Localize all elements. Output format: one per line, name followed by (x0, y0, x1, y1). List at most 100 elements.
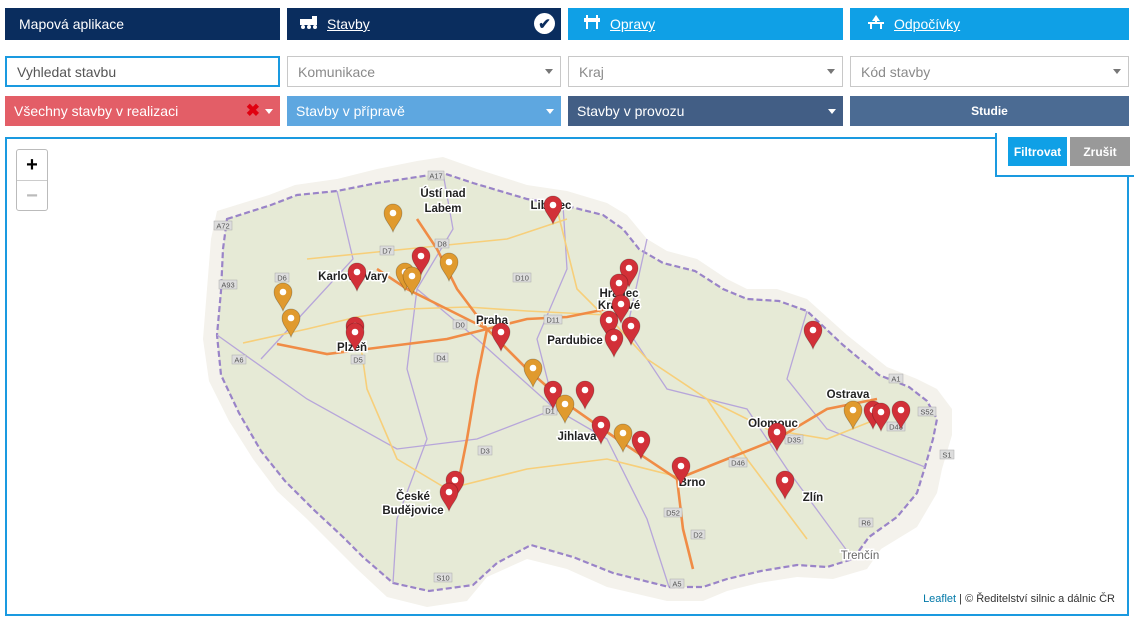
road-shield: S10 (433, 572, 453, 583)
filtrovat-label: Filtrovat (1013, 144, 1062, 159)
city-label: České (396, 490, 430, 503)
road-shield: D6 (274, 272, 290, 283)
road-label: D10 (515, 274, 529, 283)
caret-down-icon (1113, 69, 1121, 74)
road-label: D5 (353, 356, 363, 365)
clear-x-icon[interactable]: ✖ (246, 101, 260, 121)
tab-stavby-label: Stavby (327, 16, 370, 32)
road-label: A93 (221, 281, 234, 290)
caret-down-icon (265, 109, 273, 114)
road-label: D46 (731, 459, 745, 468)
road-label: D4 (436, 354, 446, 363)
tab-stavby[interactable]: Stavby ✔ (287, 8, 561, 40)
kod-stavby-select[interactable]: Kód stavby (850, 56, 1129, 87)
city-label: Zlín (803, 492, 823, 504)
caret-down-icon (545, 69, 553, 74)
city-label: Labem (424, 203, 461, 215)
city-label: Jihlava (558, 431, 598, 443)
filter-provoz-label: Stavby v provozu (577, 103, 685, 119)
road-shield: A1 (888, 373, 904, 384)
road-shield: D1 (542, 405, 558, 416)
search-input[interactable]: Vyhledat stavbu (5, 56, 280, 87)
caret-down-icon (546, 109, 554, 114)
zoom-control: + − (16, 149, 48, 211)
leaflet-link[interactable]: Leaflet (923, 593, 956, 605)
city-label: Budějovice (382, 505, 443, 517)
road-barrier-icon (582, 15, 602, 33)
road-shield: R6 (858, 517, 874, 528)
road-label: S1 (942, 451, 951, 460)
road-shield: D0 (452, 319, 468, 330)
city-label: Trenčín (841, 550, 880, 562)
road-label: D8 (437, 240, 447, 249)
road-shield: A72 (213, 220, 233, 231)
komunikace-select-label: Komunikace (298, 63, 376, 80)
road-label: A17 (429, 172, 442, 181)
road-shield: D5 (350, 354, 366, 365)
road-label: R6 (861, 519, 871, 528)
kod-stavby-select-label: Kód stavby (861, 63, 931, 80)
caret-down-icon (827, 69, 835, 74)
road-label: A1 (891, 375, 900, 384)
construction-vehicle-icon (299, 15, 319, 33)
city-label: Pardubice (547, 335, 603, 347)
filter-studie-button[interactable]: Studie (850, 96, 1129, 126)
road-shield: D52 (663, 507, 683, 518)
city-label: Ostrava (827, 389, 870, 401)
tab-app-label: Mapová aplikace (19, 16, 125, 32)
road-shield: A6 (231, 354, 247, 365)
zoom-out-button[interactable]: − (17, 181, 47, 211)
road-label: D35 (787, 436, 801, 445)
road-label: D6 (277, 274, 287, 283)
road-shield: D11 (543, 314, 563, 325)
road-label: A6 (234, 356, 243, 365)
road-label: A72 (216, 222, 229, 231)
road-shield: D46 (728, 457, 748, 468)
road-label: A5 (672, 580, 681, 589)
kraj-select[interactable]: Kraj (568, 56, 843, 87)
filter-realizace-select[interactable]: Všechny stavby v realizaci ✖ (5, 96, 280, 126)
map-view[interactable]: A17 A72 A93 A6 D8 D7 D6 D10 D11 D0 D5 D4… (5, 137, 1129, 616)
road-shield: A17 (427, 170, 445, 181)
road-label: S52 (920, 408, 933, 417)
tab-opravy-label: Opravy (610, 16, 656, 32)
filter-studie-label: Studie (971, 104, 1008, 118)
road-label: D11 (546, 316, 559, 325)
kraj-select-label: Kraj (579, 63, 604, 80)
road-shield: D35 (784, 434, 804, 445)
road-shield: A93 (218, 279, 238, 290)
checkmark-icon: ✔ (534, 13, 555, 34)
tab-mapova-aplikace[interactable]: Mapová aplikace (5, 8, 280, 40)
filter-priprava-select[interactable]: Stavby v přípravě (287, 96, 561, 126)
road-shield: S1 (939, 449, 955, 460)
road-shield: D7 (379, 245, 395, 256)
caret-down-icon (828, 109, 836, 114)
road-label: D2 (693, 531, 703, 540)
road-shield: S52 (917, 406, 937, 417)
road-label: D0 (455, 321, 465, 330)
road-label: D7 (382, 247, 392, 256)
road-label: D3 (480, 447, 490, 456)
filter-provoz-select[interactable]: Stavby v provozu (568, 96, 843, 126)
road-shield: D3 (477, 445, 493, 456)
road-shield: D8 (434, 238, 450, 249)
road-shield: D10 (512, 272, 532, 283)
komunikace-select[interactable]: Komunikace (287, 56, 561, 87)
tab-odpocivky[interactable]: Odpočívky (850, 8, 1129, 40)
map-attribution: Leaflet | © Ředitelství silnic a dálnic … (919, 592, 1119, 606)
filtrovat-button[interactable]: Filtrovat (1008, 137, 1067, 166)
filter-priprava-label: Stavby v přípravě (296, 103, 405, 119)
search-input-placeholder: Vyhledat stavbu (17, 63, 117, 80)
zrusit-button[interactable]: Zrušit (1070, 137, 1130, 166)
tab-opravy[interactable]: Opravy (568, 8, 843, 40)
rest-area-icon (866, 15, 886, 33)
city-label: Ústí nad (420, 187, 465, 200)
map-canvas[interactable]: A17 A72 A93 A6 D8 D7 D6 D10 D11 D0 D5 D4… (7, 139, 1127, 614)
road-shield: D4 (433, 352, 449, 363)
zoom-in-button[interactable]: + (17, 150, 47, 181)
road-shield: D2 (690, 529, 706, 540)
road-shield: A5 (669, 578, 685, 589)
road-label: S10 (436, 574, 449, 583)
road-label: D52 (666, 509, 680, 518)
zrusit-label: Zrušit (1083, 144, 1117, 159)
